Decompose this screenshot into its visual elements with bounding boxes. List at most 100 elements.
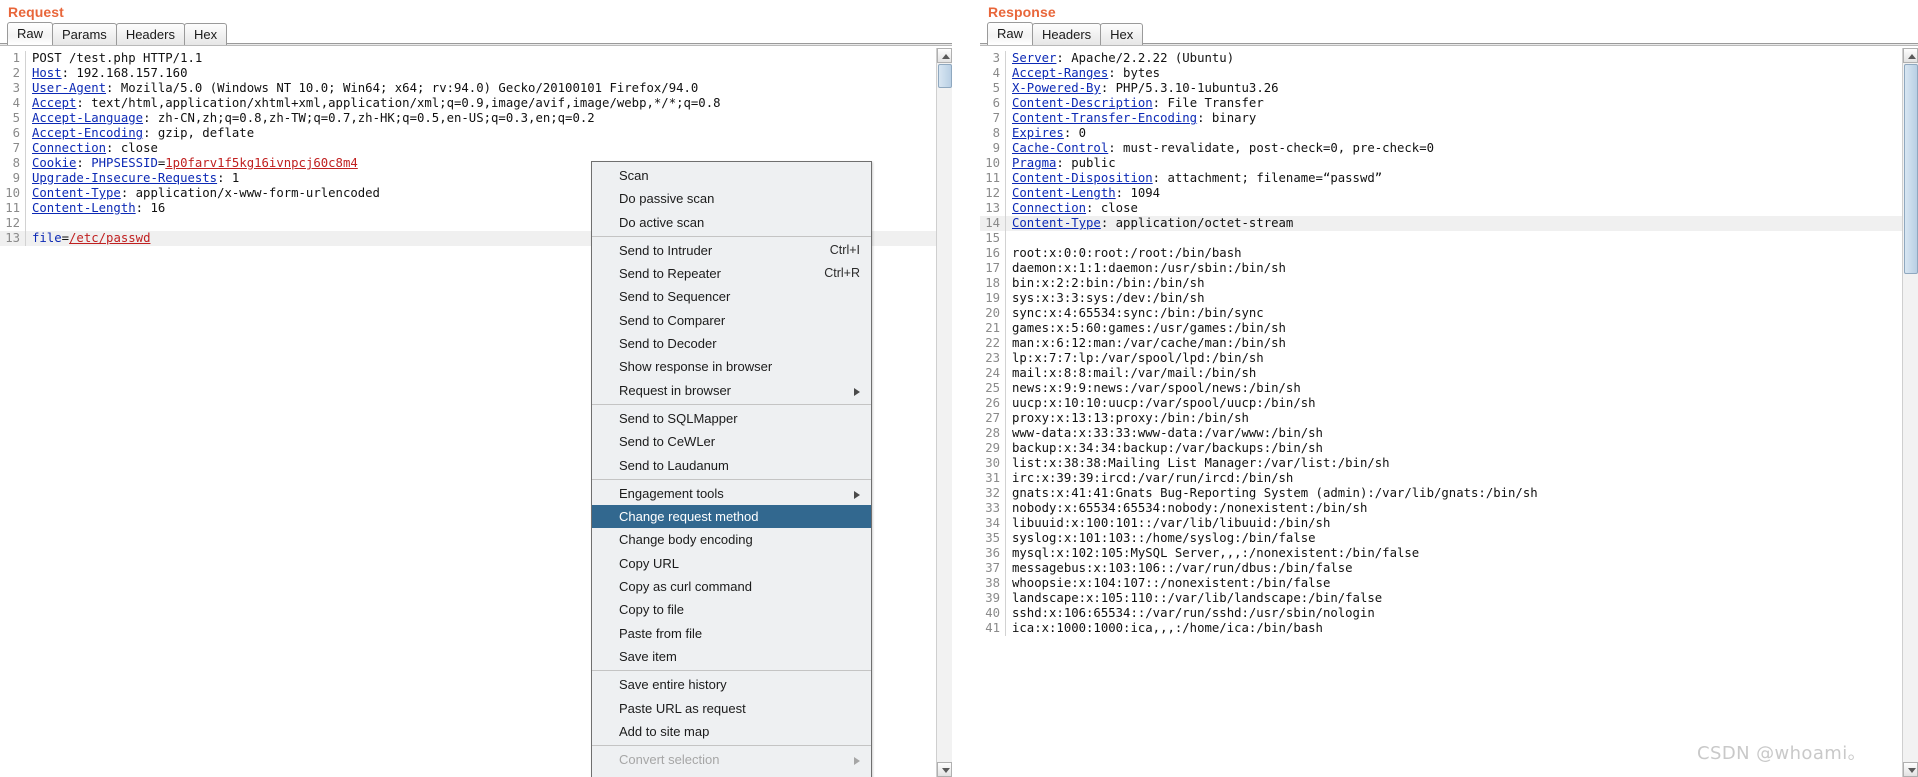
request-scroll-thumb[interactable] <box>938 64 952 88</box>
panel-divider[interactable] <box>952 0 980 777</box>
request-code-line[interactable]: 2 Host: 192.168.157.160 <box>0 66 952 81</box>
response-code-line[interactable]: 35 syslog:x:101:103::/home/syslog:/bin/fa… <box>980 531 1902 546</box>
response-code-line[interactable]: 9 Cache-Control: must-revalidate, post-ch… <box>980 141 1902 156</box>
request-tab-params[interactable]: Params <box>52 23 117 45</box>
response-code-line[interactable]: 31 irc:x:39:39:ircd:/var/run/ircd:/bin/sh <box>980 471 1902 486</box>
request-tab-headers[interactable]: Headers <box>115 23 185 45</box>
response-code-line[interactable]: 27 proxy:x:13:13:proxy:/bin:/bin/sh <box>980 411 1902 426</box>
response-code-line[interactable]: 16 root:x:0:0:root:/root:/bin/bash <box>980 246 1902 261</box>
scroll-up-icon[interactable] <box>937 48 952 63</box>
scroll-down-icon[interactable] <box>1903 762 1918 777</box>
request-vertical-scrollbar[interactable] <box>936 48 952 777</box>
menu-item-save-entire-history[interactable]: Save entire history <box>592 673 871 696</box>
menu-item-show-response-in-browser[interactable]: Show response in browser <box>592 355 871 378</box>
scroll-up-icon[interactable] <box>1903 48 1918 63</box>
response-code-line[interactable]: 8 Expires: 0 <box>980 126 1902 141</box>
response-vertical-scrollbar[interactable] <box>1902 48 1918 777</box>
menu-item-copy-as-curl-command[interactable]: Copy as curl command <box>592 575 871 598</box>
request-code-line[interactable]: 3 User-Agent: Mozilla/5.0 (Windows NT 10.… <box>0 81 952 96</box>
menu-item-copy-to-file[interactable]: Copy to file <box>592 598 871 621</box>
response-code-line[interactable]: 29 backup:x:34:34:backup:/var/backups:/bi… <box>980 441 1902 456</box>
menu-item-send-to-laudanum[interactable]: Send to Laudanum <box>592 454 871 477</box>
menu-item-send-to-comparer[interactable]: Send to Comparer <box>592 309 871 332</box>
code-segment: Content-Length <box>1012 186 1116 200</box>
response-tab-raw[interactable]: Raw <box>987 22 1034 45</box>
response-code-line[interactable]: 30 list:x:38:38:Mailing List Manager:/var… <box>980 456 1902 471</box>
menu-item-send-to-repeater[interactable]: Send to Repeater Ctrl+R <box>592 262 871 285</box>
response-code-line[interactable]: 24 mail:x:8:8:mail:/var/mail:/bin/sh <box>980 366 1902 381</box>
response-code-line[interactable]: 36 mysql:x:102:105:MySQL Server,,,:/nonex… <box>980 546 1902 561</box>
menu-item-do-passive-scan[interactable]: Do passive scan <box>592 187 871 210</box>
response-code-line[interactable]: 13 Connection: close <box>980 201 1902 216</box>
response-code-line[interactable]: 10 Pragma: public <box>980 156 1902 171</box>
menu-item-paste-from-file[interactable]: Paste from file <box>592 622 871 645</box>
response-code-line[interactable]: 34 libuuid:x:100:101::/var/lib/libuuid:/b… <box>980 516 1902 531</box>
response-code-line[interactable]: 4 Accept-Ranges: bytes <box>980 66 1902 81</box>
response-code-line[interactable]: 23 lp:x:7:7:lp:/var/spool/lpd:/bin/sh <box>980 351 1902 366</box>
request-tab-hex[interactable]: Hex <box>183 23 228 45</box>
line-number: 3 <box>0 81 26 96</box>
code-segment: User-Agent <box>32 81 107 95</box>
response-code-line[interactable]: 22 man:x:6:12:man:/var/cache/man:/bin/sh <box>980 336 1902 351</box>
response-tab-headers[interactable]: Headers <box>1032 23 1102 45</box>
response-code-line[interactable]: 21 games:x:5:60:games:/usr/games:/bin/sh <box>980 321 1902 336</box>
response-scroll-thumb[interactable] <box>1904 64 1918 274</box>
menu-item-send-to-sequencer[interactable]: Send to Sequencer <box>592 285 871 308</box>
menu-item-add-to-site-map[interactable]: Add to site map <box>592 720 871 743</box>
request-code-line[interactable]: 4 Accept: text/html,application/xhtml+xml… <box>0 96 952 111</box>
response-code-line[interactable]: 20 sync:x:4:65534:sync:/bin:/bin/sync <box>980 306 1902 321</box>
menu-item-paste-url-as-request[interactable]: Paste URL as request <box>592 697 871 720</box>
code-segment: Connection <box>1012 201 1087 215</box>
response-code-line[interactable]: 12 Content-Length: 1094 <box>980 186 1902 201</box>
response-code-line[interactable]: 6 Content-Description: File Transfer <box>980 96 1902 111</box>
request-code-line[interactable]: 7 Connection: close <box>0 141 952 156</box>
menu-item-change-body-encoding[interactable]: Change body encoding <box>592 528 871 551</box>
response-tab-hex[interactable]: Hex <box>1100 23 1144 45</box>
response-code-line[interactable]: 28 www-data:x:33:33:www-data:/var/www:/bi… <box>980 426 1902 441</box>
response-code-line[interactable]: 11 Content-Disposition: attachment; filen… <box>980 171 1902 186</box>
menu-item-change-request-method[interactable]: Change request method <box>592 505 871 529</box>
response-code-line[interactable]: 19 sys:x:3:3:sys:/dev:/bin/sh <box>980 291 1902 306</box>
menu-item-copy-url[interactable]: Copy URL <box>592 552 871 575</box>
response-code-line[interactable]: 38 whoopsie:x:104:107::/nonexistent:/bin/… <box>980 576 1902 591</box>
response-code-line[interactable]: 41 ica:x:1000:1000:ica,,,:/home/ica:/bin/… <box>980 621 1902 636</box>
request-code-line[interactable]: 5 Accept-Language: zh-CN,zh;q=0.8,zh-TW;q… <box>0 111 952 126</box>
response-code-line[interactable]: 39 landscape:x:105:110::/var/lib/landscap… <box>980 591 1902 606</box>
response-code-line[interactable]: 32 gnats:x:41:41:Gnats Bug-Reporting Syst… <box>980 486 1902 501</box>
menu-item-request-in-browser[interactable]: Request in browser <box>592 379 871 402</box>
code-segment: sshd:x:106:65534::/var/run/sshd:/usr/sbi… <box>1012 606 1375 620</box>
request-tab-raw[interactable]: Raw <box>7 22 54 45</box>
response-code-line[interactable]: 25 news:x:9:9:news:/var/spool/news:/bin/s… <box>980 381 1902 396</box>
code-segment: Connection <box>32 141 107 155</box>
request-code-line[interactable]: 1 POST /test.php HTTP/1.1 <box>0 51 952 66</box>
line-number: 16 <box>980 246 1006 261</box>
response-code-line[interactable]: 5 X-Powered-By: PHP/5.3.10-1ubuntu3.26 <box>980 81 1902 96</box>
response-code-line[interactable]: 40 sshd:x:106:65534::/var/run/sshd:/usr/s… <box>980 606 1902 621</box>
scroll-down-icon[interactable] <box>937 762 952 777</box>
menu-item-scan[interactable]: Scan <box>592 164 871 187</box>
menu-item-save-item[interactable]: Save item <box>592 645 871 668</box>
menu-item-url-encode-as-you-type[interactable]: URL-encode as you type <box>592 771 871 777</box>
menu-item-send-to-intruder[interactable]: Send to Intruder Ctrl+I <box>592 239 871 262</box>
menu-item-engagement-tools[interactable]: Engagement tools <box>592 482 871 505</box>
response-code-line[interactable]: 33 nobody:x:65534:65534:nobody:/nonexiste… <box>980 501 1902 516</box>
response-code-line[interactable]: 26 uucp:x:10:10:uucp:/var/spool/uucp:/bin… <box>980 396 1902 411</box>
menu-item-send-to-decoder[interactable]: Send to Decoder <box>592 332 871 355</box>
code-segment: : gzip, deflate <box>143 126 255 140</box>
context-menu[interactable]: Scan Do passive scan Do active scan Send to… <box>591 161 872 777</box>
response-code-line[interactable]: 15 <box>980 231 1902 246</box>
response-code-line[interactable]: 14 Content-Type: application/octet-stream <box>980 216 1902 231</box>
response-code-line[interactable]: 37 messagebus:x:103:106::/var/run/dbus:/b… <box>980 561 1902 576</box>
response-code-line[interactable]: 18 bin:x:2:2:bin:/bin:/bin/sh <box>980 276 1902 291</box>
line-number: 23 <box>980 351 1006 366</box>
response-code-line[interactable]: 3 Server: Apache/2.2.22 (Ubuntu) <box>980 51 1902 66</box>
response-editor[interactable]: 3 Server: Apache/2.2.22 (Ubuntu) 4 Accept-R… <box>980 48 1902 777</box>
request-code-line[interactable]: 6 Accept-Encoding: gzip, deflate <box>0 126 952 141</box>
menu-item-send-to-cewler[interactable]: Send to CeWLer <box>592 430 871 453</box>
menu-item-send-to-sqlmapper[interactable]: Send to SQLMapper <box>592 407 871 430</box>
response-code-line[interactable]: 7 Content-Transfer-Encoding: binary <box>980 111 1902 126</box>
line-number: 36 <box>980 546 1006 561</box>
code-segment: uucp:x:10:10:uucp:/var/spool/uucp:/bin/s… <box>1012 396 1316 410</box>
response-code-line[interactable]: 17 daemon:x:1:1:daemon:/usr/sbin:/bin/sh <box>980 261 1902 276</box>
menu-item-do-active-scan[interactable]: Do active scan <box>592 211 871 234</box>
